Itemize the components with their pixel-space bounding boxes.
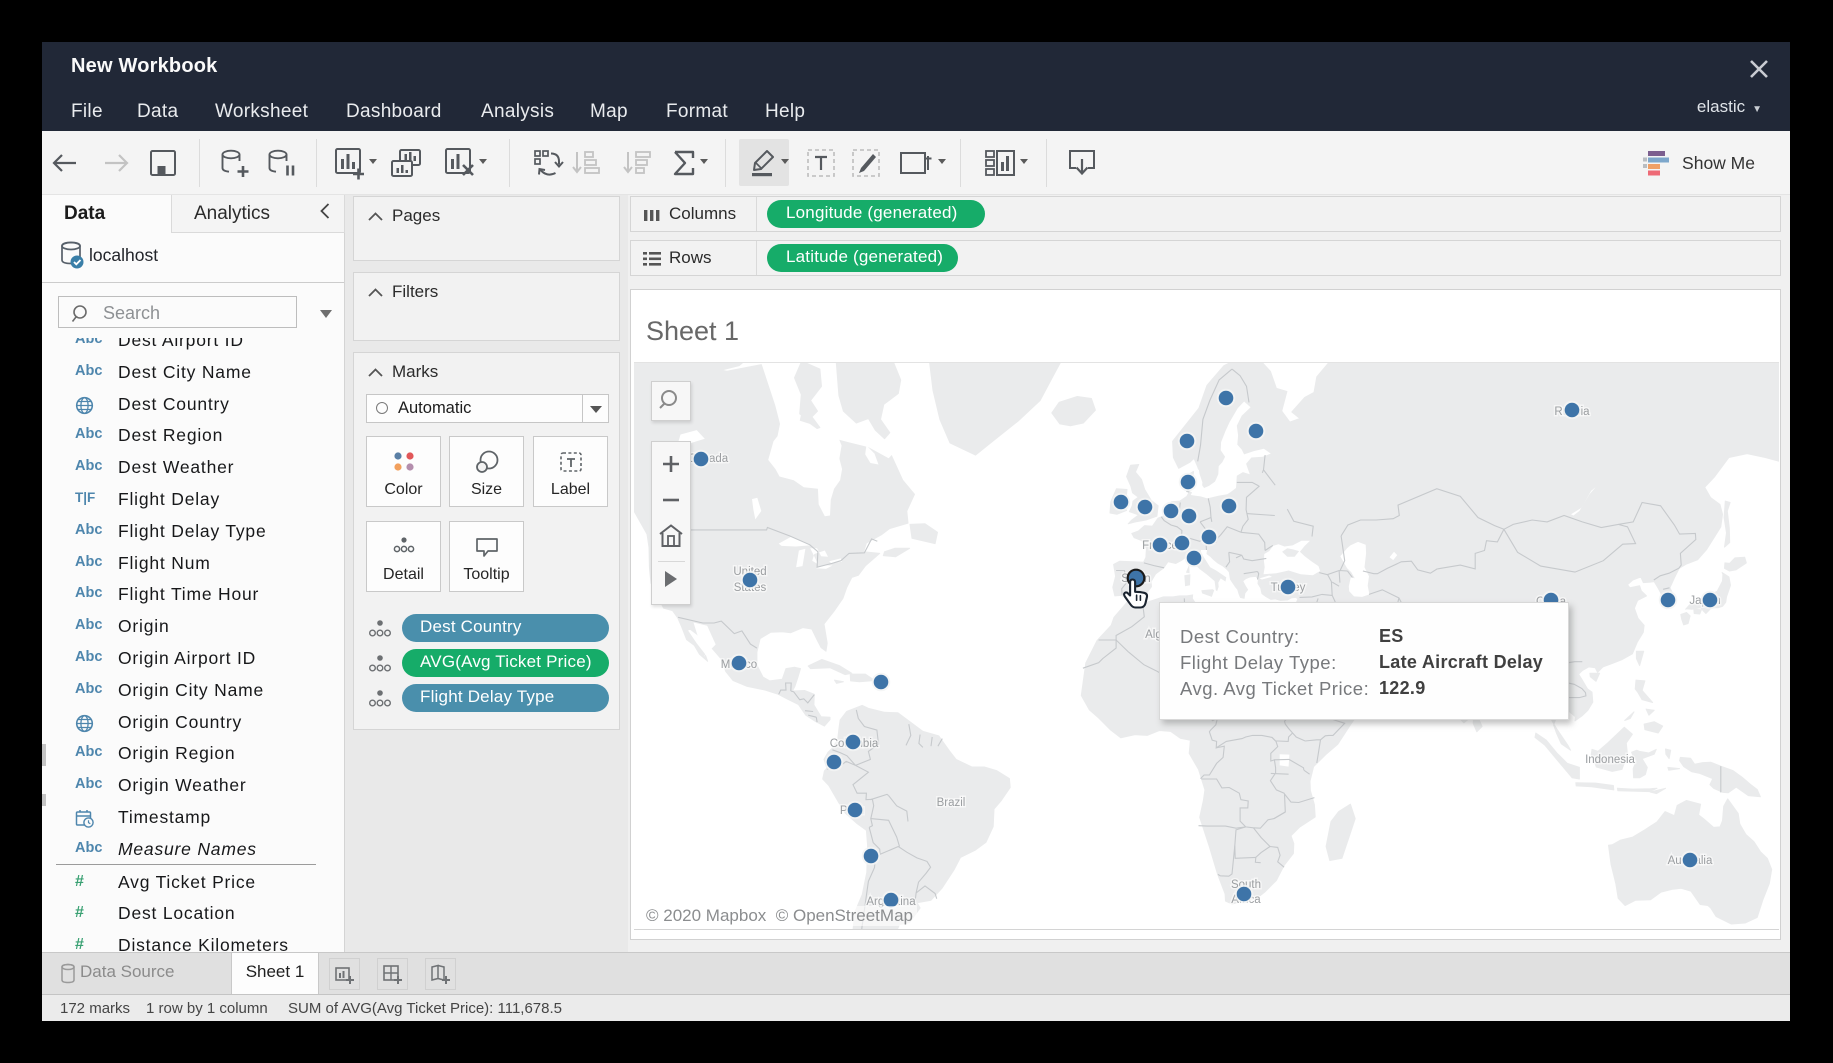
svg-text:Brazil: Brazil [937, 797, 966, 809]
svg-text:Indonesia: Indonesia [1585, 754, 1635, 766]
